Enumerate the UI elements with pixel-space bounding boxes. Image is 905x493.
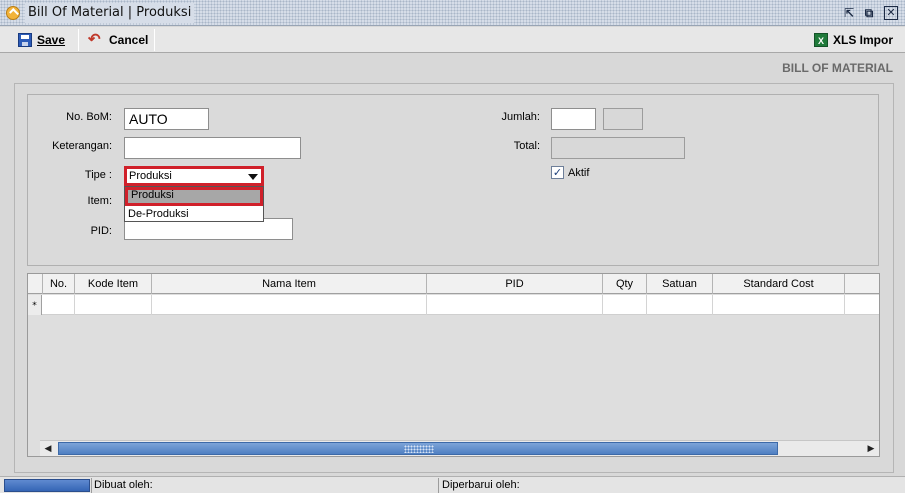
cell-satuan[interactable] bbox=[647, 295, 713, 315]
tipe-selected-value: Produksi bbox=[129, 170, 172, 182]
save-label: Save bbox=[37, 33, 66, 47]
save-button[interactable]: Save bbox=[18, 30, 65, 50]
scrollbar-grip bbox=[404, 445, 434, 453]
excel-icon: X bbox=[814, 33, 828, 47]
status-separator bbox=[438, 478, 439, 493]
undo-arrow-icon: ↶ bbox=[88, 31, 101, 48]
aktif-label: Aktif bbox=[568, 167, 590, 179]
created-by-label: Dibuat oleh: bbox=[94, 479, 153, 491]
aktif-checkbox[interactable]: ✓ bbox=[551, 166, 564, 179]
horizontal-scrollbar[interactable]: ◀ ▶ bbox=[40, 440, 879, 456]
cancel-label: Cancel bbox=[109, 33, 149, 47]
jumlah-input[interactable] bbox=[551, 108, 596, 130]
scroll-left-icon[interactable]: ◀ bbox=[40, 442, 56, 456]
cell-no[interactable] bbox=[43, 295, 75, 315]
item-label: Item: bbox=[87, 195, 112, 207]
jumlah-label: Jumlah: bbox=[501, 111, 540, 123]
no-bom-input[interactable]: AUTO bbox=[124, 108, 209, 130]
scroll-right-icon[interactable]: ▶ bbox=[863, 442, 879, 456]
window-title: Bill Of Material | Produksi bbox=[25, 3, 195, 23]
total-field bbox=[551, 137, 685, 159]
save-icon bbox=[18, 33, 32, 47]
col-header-qty[interactable]: Qty bbox=[603, 274, 647, 294]
toolbar-separator bbox=[78, 29, 79, 51]
total-label: Total: bbox=[513, 140, 540, 152]
jumlah-unit-field bbox=[603, 108, 643, 130]
pid-label: PID: bbox=[90, 225, 112, 237]
chevron-down-icon[interactable] bbox=[248, 174, 258, 180]
cell-nama-item[interactable] bbox=[152, 295, 427, 315]
cell-kode-item[interactable] bbox=[75, 295, 152, 315]
toolbar: Save ↶ Cancel X XLS Impor bbox=[0, 27, 905, 53]
no-bom-label: No. BoM: bbox=[66, 111, 112, 123]
xls-import-label: XLS Impor bbox=[833, 33, 894, 47]
grid-header: No. Kode Item Nama Item PID Qty Satuan S… bbox=[28, 274, 879, 294]
updated-by-label: Diperbarui oleh: bbox=[442, 479, 520, 491]
keterangan-label: Keterangan: bbox=[52, 140, 112, 152]
keterangan-input[interactable] bbox=[124, 137, 301, 159]
tipe-label: Tipe : bbox=[84, 169, 112, 181]
col-header-standard-cost[interactable]: Standard Cost bbox=[713, 274, 845, 294]
status-bar: Dibuat oleh: Diperbarui oleh: bbox=[0, 476, 905, 493]
form-header: BILL OF MATERIAL bbox=[782, 61, 893, 75]
restore-icon[interactable]: ⇱ bbox=[842, 6, 856, 20]
dropdown-option-produksi[interactable]: Produksi bbox=[125, 187, 263, 206]
col-header-no[interactable]: No. bbox=[43, 274, 75, 294]
xls-import-button[interactable]: X XLS Impor bbox=[814, 30, 893, 50]
grid-corner bbox=[28, 274, 43, 294]
col-header-pid[interactable]: PID bbox=[427, 274, 603, 294]
col-header-kode-item[interactable]: Kode Item bbox=[75, 274, 152, 294]
tipe-select[interactable]: Produksi bbox=[124, 166, 264, 186]
app-icon bbox=[6, 6, 20, 20]
toolbar-separator bbox=[154, 29, 155, 51]
tipe-dropdown-list: Produksi De-Produksi bbox=[124, 186, 264, 222]
dropdown-option-de-produksi[interactable]: De-Produksi bbox=[125, 206, 263, 223]
items-grid: No. Kode Item Nama Item PID Qty Satuan S… bbox=[27, 273, 880, 457]
window-titlebar[interactable]: Bill Of Material | Produksi ⇱ ⧉ ✕ bbox=[0, 0, 905, 26]
col-header-nama-item[interactable]: Nama Item bbox=[152, 274, 427, 294]
status-progress-indicator bbox=[4, 479, 90, 492]
table-row-new[interactable]: * bbox=[28, 295, 879, 315]
close-icon[interactable]: ✕ bbox=[884, 6, 898, 20]
maximize-icon[interactable]: ⧉ bbox=[862, 6, 876, 20]
cancel-button[interactable]: ↶ Cancel bbox=[88, 30, 148, 50]
row-indicator: * bbox=[28, 295, 42, 315]
cell-pid[interactable] bbox=[427, 295, 603, 315]
no-bom-value: AUTO bbox=[129, 111, 168, 127]
cell-qty[interactable] bbox=[603, 295, 647, 315]
col-header-satuan[interactable]: Satuan bbox=[647, 274, 713, 294]
status-separator bbox=[91, 478, 92, 493]
cell-standard-cost[interactable] bbox=[713, 295, 845, 315]
scrollbar-thumb[interactable] bbox=[58, 442, 778, 455]
